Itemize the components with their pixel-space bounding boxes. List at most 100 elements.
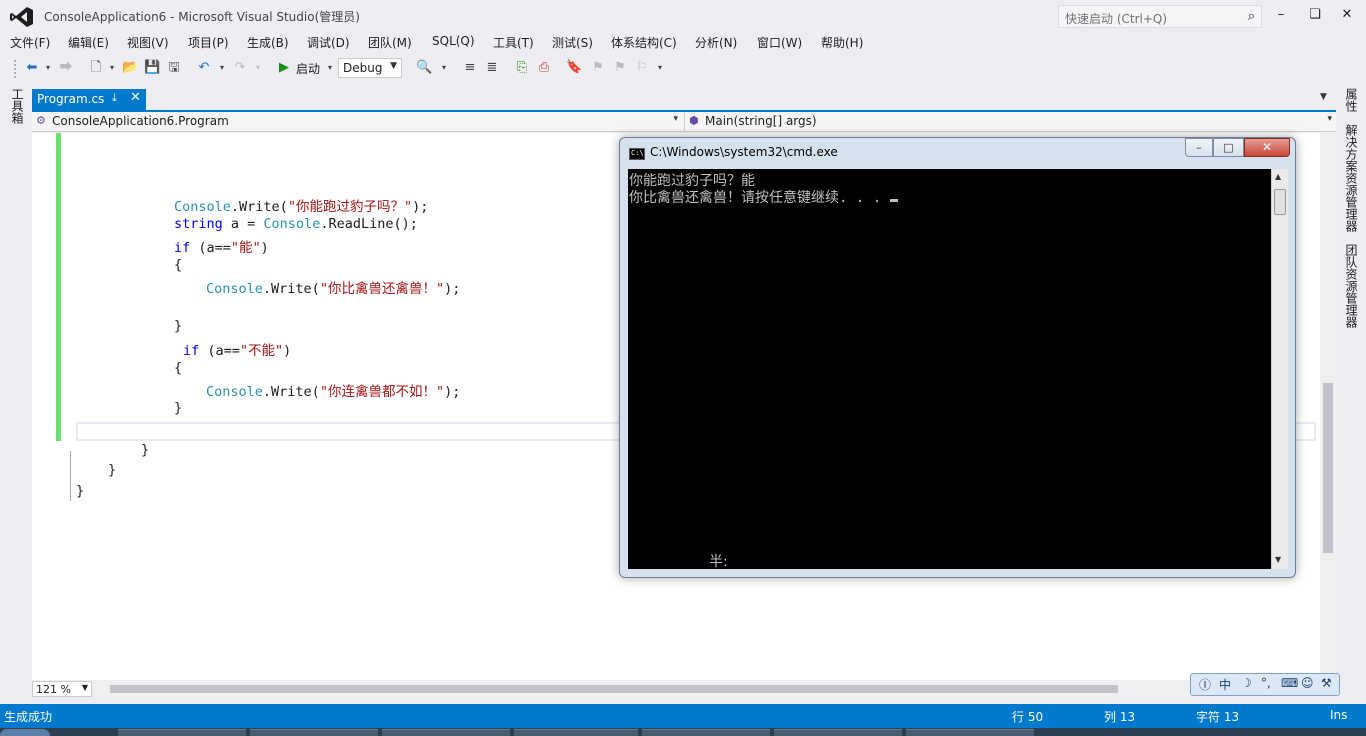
token-keyword: if bbox=[183, 343, 200, 359]
console-ime-status: 半: bbox=[709, 554, 728, 570]
menu-architecture[interactable]: 体系结构(C) bbox=[611, 34, 677, 51]
taskbar-button[interactable] bbox=[118, 729, 246, 736]
zoom-select[interactable]: 121 % ▼ bbox=[32, 681, 92, 697]
member-dropdown[interactable]: ⬢ Main(string[] args) ▾ bbox=[684, 112, 1336, 132]
token-text: .Write( bbox=[262, 384, 320, 400]
new-project-dropdown-icon[interactable]: ▾ bbox=[104, 60, 120, 76]
start-icon[interactable]: ▶ bbox=[276, 60, 292, 76]
scroll-down-icon[interactable]: ▼ bbox=[1275, 555, 1281, 564]
open-file-icon[interactable]: 📂 bbox=[122, 60, 138, 76]
type-dropdown[interactable]: ⚙ ConsoleApplication6.Program ▾ bbox=[32, 112, 682, 132]
clear-bookmarks-icon[interactable]: ⚐ bbox=[634, 60, 650, 76]
pin-icon[interactable]: ⤓ bbox=[112, 91, 117, 105]
close-icon[interactable]: ✕ bbox=[130, 90, 141, 105]
menu-analyze[interactable]: 分析(N) bbox=[695, 34, 737, 51]
token-text: (a== bbox=[199, 343, 240, 359]
team-explorer-tab[interactable]: 团队资源管理器 bbox=[1343, 244, 1360, 328]
uncomment-icon[interactable]: ⎙ bbox=[536, 60, 552, 76]
taskbar-button[interactable] bbox=[906, 729, 1034, 736]
code-line: } bbox=[141, 442, 150, 458]
token-string: "你比禽兽还禽兽！" bbox=[319, 281, 445, 297]
scroll-thumb[interactable] bbox=[1323, 383, 1333, 553]
back-dropdown-icon[interactable]: ▾ bbox=[40, 60, 56, 76]
menu-help[interactable]: 帮助(H) bbox=[821, 34, 863, 51]
solution-configuration-select[interactable]: Debug ▼ bbox=[338, 58, 402, 78]
token-keyword: string bbox=[174, 216, 223, 232]
menu-project[interactable]: 项目(P) bbox=[188, 34, 229, 51]
start-label[interactable]: 启动 bbox=[296, 60, 320, 77]
token-text: ) bbox=[283, 343, 292, 359]
menu-build[interactable]: 生成(B) bbox=[247, 34, 289, 51]
right-tool-strip: 属性 解决方案资源管理器 团队资源管理器 bbox=[1336, 84, 1366, 704]
new-project-icon[interactable]: 🗋 bbox=[88, 60, 104, 76]
toolbox-tab[interactable]: 工具箱 bbox=[9, 88, 26, 124]
settings-icon[interactable]: ⚒ bbox=[1321, 676, 1332, 690]
tab-list-dropdown-icon[interactable]: ▼ bbox=[1320, 92, 1327, 102]
keyboard-icon[interactable]: ⌨ bbox=[1281, 676, 1298, 690]
taskbar-button[interactable] bbox=[642, 729, 770, 736]
redo-icon[interactable]: ↷ bbox=[232, 60, 248, 76]
menu-team[interactable]: 团队(M) bbox=[368, 34, 412, 51]
cmd-console-output[interactable]: 你能跑过豹子吗？能 你比禽兽还禽兽！请按任意键继续. . . 半: bbox=[628, 169, 1271, 570]
taskbar-button[interactable] bbox=[514, 729, 638, 736]
editor-horizontal-scrollbar[interactable] bbox=[96, 681, 1320, 697]
taskbar-button[interactable] bbox=[382, 729, 510, 736]
ime-mode-toggle[interactable]: 中 bbox=[1219, 676, 1231, 693]
menu-tools[interactable]: 工具(T) bbox=[493, 34, 534, 51]
cmd-maximize-button[interactable]: □ bbox=[1213, 138, 1244, 157]
chevron-down-icon: ▼ bbox=[81, 683, 88, 692]
toolbar-grip[interactable] bbox=[13, 59, 17, 79]
close-button[interactable]: ✕ bbox=[1336, 6, 1358, 24]
save-all-icon[interactable]: 🖫 bbox=[166, 60, 182, 76]
align-right-icon[interactable]: ≣ bbox=[484, 60, 500, 76]
comment-icon[interactable]: ⎘ bbox=[514, 60, 530, 76]
scroll-up-icon[interactable]: ▲ bbox=[1275, 172, 1281, 181]
save-icon[interactable]: 💾 bbox=[144, 60, 160, 76]
start-orb-button[interactable] bbox=[0, 729, 50, 736]
cmd-window[interactable]: C:\ C:\Windows\system32\cmd.exe – □ ✕ 你能… bbox=[619, 137, 1296, 578]
cmd-minimize-button[interactable]: – bbox=[1185, 138, 1213, 157]
menu-test[interactable]: 测试(S) bbox=[552, 34, 593, 51]
solution-explorer-tab[interactable]: 解决方案资源管理器 bbox=[1343, 124, 1360, 232]
find-in-files-icon[interactable]: 🔍 bbox=[416, 60, 432, 76]
scroll-thumb[interactable] bbox=[110, 685, 1118, 693]
toolbar-overflow-icon[interactable]: ▾ bbox=[436, 60, 452, 76]
toolbar-customize-icon[interactable]: ▾ bbox=[652, 60, 668, 76]
punctuation-icon[interactable]: °, bbox=[1261, 676, 1271, 690]
taskbar-button[interactable] bbox=[250, 729, 378, 736]
back-icon[interactable]: ⬅ bbox=[24, 60, 40, 76]
user-icon[interactable]: ☺ bbox=[1301, 676, 1314, 690]
token-text: ); bbox=[444, 384, 461, 400]
menu-edit[interactable]: 编辑(E) bbox=[68, 34, 109, 51]
menu-file[interactable]: 文件(F) bbox=[10, 34, 50, 51]
ime-logo-icon[interactable]: Ⓘ bbox=[1199, 676, 1211, 693]
config-value: Debug bbox=[343, 61, 383, 75]
menu-sql[interactable]: SQL(Q) bbox=[432, 34, 475, 48]
restore-button[interactable]: ❏ bbox=[1304, 6, 1326, 24]
undo-dropdown-icon[interactable]: ▾ bbox=[214, 60, 230, 76]
align-left-icon[interactable]: ≡ bbox=[462, 60, 478, 76]
menu-window[interactable]: 窗口(W) bbox=[757, 34, 802, 51]
prev-bookmark-icon[interactable]: ⚑ bbox=[590, 60, 606, 76]
cmd-vertical-scrollbar[interactable]: ▲ ▼ bbox=[1271, 169, 1288, 569]
scroll-thumb[interactable] bbox=[1274, 189, 1286, 215]
undo-icon[interactable]: ↶ bbox=[196, 60, 212, 76]
menu-debug[interactable]: 调试(D) bbox=[307, 34, 350, 51]
minimize-button[interactable]: – bbox=[1270, 6, 1292, 24]
quick-launch-input[interactable]: 快速启动 (Ctrl+Q) ⌕ bbox=[1058, 5, 1262, 28]
taskbar-button[interactable] bbox=[774, 729, 902, 736]
title-bar: ConsoleApplication6 - Microsoft Visual S… bbox=[0, 0, 1366, 32]
editor-vertical-scrollbar[interactable] bbox=[1320, 133, 1336, 680]
cmd-close-button[interactable]: ✕ bbox=[1244, 138, 1290, 157]
start-dropdown-icon[interactable]: ▾ bbox=[322, 60, 338, 76]
tab-program-cs[interactable]: Program.cs ⤓ ✕ bbox=[32, 89, 146, 110]
indicator-margin[interactable] bbox=[32, 133, 54, 680]
forward-icon[interactable]: ⮕ bbox=[58, 60, 74, 76]
next-bookmark-icon[interactable]: ⚑ bbox=[612, 60, 628, 76]
bookmark-icon[interactable]: 🔖 bbox=[566, 60, 582, 76]
half-width-icon[interactable]: ☽ bbox=[1241, 676, 1252, 690]
menu-view[interactable]: 视图(V) bbox=[127, 34, 169, 51]
code-line: if (a=="不能") bbox=[183, 339, 291, 359]
properties-tab[interactable]: 属性 bbox=[1343, 88, 1360, 112]
redo-dropdown-icon[interactable]: ▾ bbox=[250, 60, 266, 76]
